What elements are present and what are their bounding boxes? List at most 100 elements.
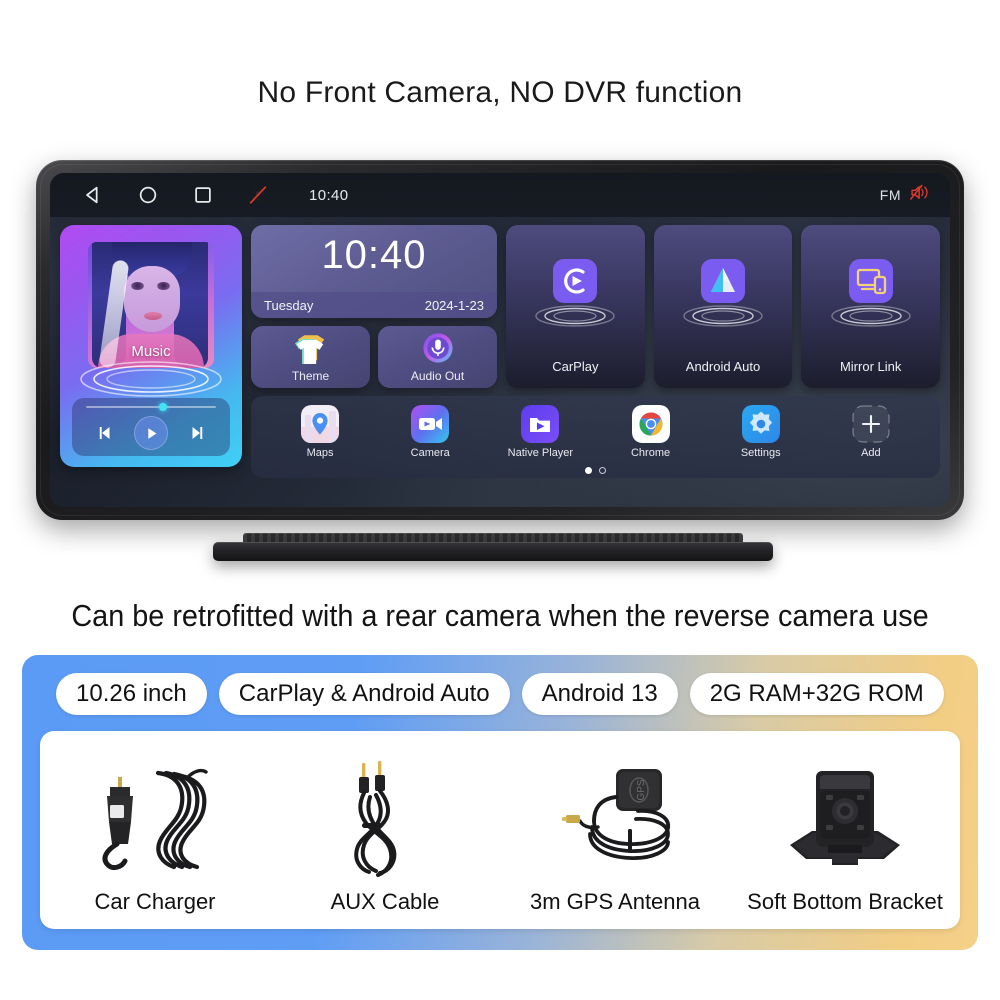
app-camera[interactable]: Camera <box>393 405 467 459</box>
home-circle-icon[interactable] <box>137 184 159 206</box>
tile-base-rings <box>683 305 763 327</box>
car-charger-photo <box>60 757 250 881</box>
app-add[interactable]: Add <box>834 405 908 459</box>
app-maps[interactable]: Maps <box>283 405 357 459</box>
volume-mute-icon[interactable] <box>908 182 932 208</box>
accessory-gps-antenna: GPS 3m GPS Antenna <box>500 731 730 929</box>
device-stand <box>213 533 773 563</box>
transport-controls <box>72 416 230 450</box>
microphone-icon <box>422 332 454 369</box>
device-screen: 10:40 FM Music 10:40 Tuesday 2024-1-23 T… <box>50 173 950 507</box>
spec-pill-row: 10.26 inch CarPlay & Android Auto Androi… <box>40 673 960 715</box>
connection-tiles: CarPlay Android Auto Mirror Link <box>506 225 941 388</box>
fm-label: FM <box>879 187 901 203</box>
theme-card-label: Theme <box>291 369 330 383</box>
camera-off-icon[interactable] <box>247 184 269 206</box>
progress-knob[interactable] <box>158 403 167 411</box>
stand-base <box>213 542 773 561</box>
spec-pill-os: Android 13 <box>521 673 678 715</box>
app-settings-label: Settings <box>740 447 781 459</box>
status-bar-right: FM <box>880 182 932 208</box>
accessory-car-charger-label: Car Charger <box>94 889 216 914</box>
page-title: No Front Camera, NO DVR function <box>257 76 743 109</box>
specs-card: 10.26 inch CarPlay & Android Auto Androi… <box>22 655 978 950</box>
media-player-icon <box>521 405 560 443</box>
gps-antenna-photo: GPS <box>520 757 710 881</box>
app-chrome-label: Chrome <box>630 447 671 459</box>
play-button[interactable] <box>134 416 168 450</box>
accessories-panel: Car Charger AUX Cable GPS 3m GPS Antenna… <box>40 731 960 929</box>
video-camera-icon <box>411 405 450 443</box>
music-widget-label: Music <box>131 343 171 360</box>
widget-base-rings <box>80 361 222 397</box>
tile-mirror-link-label: Mirror Link <box>839 359 902 374</box>
aux-cable-photo <box>290 757 480 881</box>
mirror-link-icon <box>848 259 893 303</box>
maps-pin-icon <box>301 405 340 443</box>
home-right-column: 10:40 Tuesday 2024-1-23 Theme Audio Out … <box>251 225 941 507</box>
album-art-detail <box>131 282 144 290</box>
subtitle-text: Can be retrofitted with a rear camera wh… <box>71 598 929 633</box>
widgets-row: 10:40 Tuesday 2024-1-23 Theme Audio Out … <box>251 225 941 388</box>
accessory-car-charger: Car Charger <box>40 731 270 929</box>
previous-track-icon[interactable] <box>96 424 114 442</box>
tile-android-auto[interactable]: Android Auto <box>653 225 793 388</box>
clock-and-minis: 10:40 Tuesday 2024-1-23 Theme Audio Out <box>251 225 497 388</box>
mini-cards-row: Theme Audio Out <box>251 326 497 388</box>
music-widget[interactable]: Music <box>60 225 242 467</box>
spec-pill-memory: 2G RAM+32G ROM <box>689 673 944 715</box>
music-player-controls <box>72 398 230 456</box>
app-chrome[interactable]: Chrome <box>614 405 688 459</box>
tile-base-rings <box>830 305 911 327</box>
tile-android-auto-label: Android Auto <box>685 359 761 374</box>
app-camera-label: Camera <box>410 447 450 459</box>
android-auto-icon <box>701 259 745 303</box>
page-indicator <box>251 467 940 474</box>
clock-widget-date: 2024-1-23 <box>424 297 484 313</box>
tile-carplay[interactable]: CarPlay <box>506 225 645 388</box>
clock-widget-weekday: Tuesday <box>264 297 314 313</box>
accessory-bracket: Soft Bottom Bracket <box>730 731 960 929</box>
audio-out-card[interactable]: Audio Out <box>378 326 497 388</box>
clock-widget-date-strip: Tuesday 2024-1-23 <box>251 292 497 318</box>
svg-text:GPS: GPS <box>636 779 647 800</box>
plus-icon <box>852 405 890 443</box>
accessory-aux-cable: AUX Cable <box>270 731 500 929</box>
carplay-icon <box>553 259 598 303</box>
app-native-player-label: Native Player <box>507 447 574 459</box>
tile-mirror-link[interactable]: Mirror Link <box>801 225 941 388</box>
tile-base-rings <box>535 305 616 327</box>
bracket-photo <box>750 757 940 881</box>
recents-square-icon[interactable] <box>192 184 214 206</box>
accessory-aux-cable-label: AUX Cable <box>330 889 440 914</box>
accessory-bracket-label: Soft Bottom Bracket <box>747 889 943 914</box>
clock-widget[interactable]: 10:40 Tuesday 2024-1-23 <box>251 225 497 318</box>
playback-progress-bar[interactable] <box>86 403 216 411</box>
app-dock: Maps Camera Native Player Chrome Setting… <box>251 396 940 478</box>
page-dot-active[interactable] <box>585 467 592 474</box>
device-mockup: 10:40 FM Music 10:40 Tuesday 2024-1-23 T… <box>36 160 964 520</box>
home-screen: Music 10:40 Tuesday 2024-1-23 Theme Audi… <box>50 217 950 507</box>
album-art-detail <box>124 266 180 332</box>
page-dot[interactable] <box>599 467 606 474</box>
spec-pill-connectivity: CarPlay & Android Auto <box>218 673 510 715</box>
spec-pill-screen-size: 10.26 inch <box>56 673 207 715</box>
album-art-detail <box>144 312 162 320</box>
app-settings[interactable]: Settings <box>724 405 798 459</box>
navigation-bar <box>82 184 269 206</box>
app-native-player[interactable]: Native Player <box>503 405 577 459</box>
clock-widget-time: 10:40 <box>321 233 427 277</box>
tile-carplay-label: CarPlay <box>552 359 599 374</box>
tshirt-icon <box>291 332 331 369</box>
audio-out-card-label: Audio Out <box>410 369 465 383</box>
theme-card[interactable]: Theme <box>251 326 370 388</box>
next-track-icon[interactable] <box>188 424 206 442</box>
settings-gear-icon <box>741 405 780 443</box>
app-add-label: Add <box>861 447 881 459</box>
status-bar-clock: 10:40 <box>309 186 349 204</box>
album-art-detail <box>157 282 170 290</box>
status-bar: 10:40 FM <box>50 173 950 217</box>
app-maps-label: Maps <box>306 447 334 459</box>
chrome-icon <box>631 405 670 443</box>
back-triangle-icon[interactable] <box>82 184 104 206</box>
